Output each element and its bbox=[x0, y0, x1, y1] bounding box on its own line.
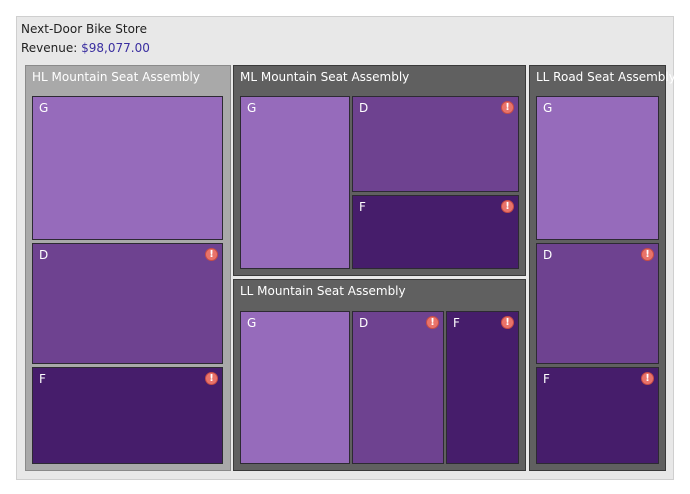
tile-g[interactable]: G bbox=[240, 96, 350, 269]
treemap-panel: Next-Door Bike Store Revenue: $98,077.00… bbox=[16, 16, 676, 480]
warning-icon: ! bbox=[501, 200, 514, 213]
tile-label: G bbox=[247, 101, 257, 115]
warning-icon: ! bbox=[641, 372, 654, 385]
revenue-line: Revenue: $98,077.00 bbox=[21, 41, 150, 55]
tile-d[interactable]: D ! bbox=[32, 243, 223, 364]
tile-label: D bbox=[39, 248, 49, 262]
tile-label: G bbox=[543, 101, 553, 115]
group-title: LL Road Seat Assembly bbox=[536, 70, 676, 84]
tile-label: F bbox=[39, 372, 46, 386]
warning-icon: ! bbox=[205, 248, 218, 261]
tile-label: G bbox=[39, 101, 49, 115]
tile-d[interactable]: D ! bbox=[352, 96, 519, 192]
tile-g[interactable]: G bbox=[32, 96, 223, 240]
tile-d[interactable]: D ! bbox=[536, 243, 659, 364]
group-title: HL Mountain Seat Assembly bbox=[32, 70, 200, 84]
tile-g[interactable]: G bbox=[240, 311, 350, 464]
tile-label: G bbox=[247, 316, 257, 330]
tile-label: D bbox=[359, 101, 369, 115]
warning-icon: ! bbox=[205, 372, 218, 385]
revenue-label: Revenue: bbox=[21, 41, 82, 55]
warning-icon: ! bbox=[641, 248, 654, 261]
group-ll-mountain-seat-assembly[interactable]: LL Mountain Seat Assembly G D ! F ! bbox=[233, 279, 526, 471]
group-title: ML Mountain Seat Assembly bbox=[240, 70, 410, 84]
warning-icon: ! bbox=[501, 101, 514, 114]
tile-d[interactable]: D ! bbox=[352, 311, 444, 464]
warning-icon: ! bbox=[426, 316, 439, 329]
tile-f[interactable]: F ! bbox=[352, 195, 519, 269]
tile-f[interactable]: F ! bbox=[536, 367, 659, 464]
group-ml-mountain-seat-assembly[interactable]: ML Mountain Seat Assembly G D ! F ! bbox=[233, 65, 526, 276]
group-title: LL Mountain Seat Assembly bbox=[240, 284, 406, 298]
group-ll-road-seat-assembly[interactable]: LL Road Seat Assembly G D ! F ! bbox=[529, 65, 676, 471]
tile-g[interactable]: G bbox=[536, 96, 659, 240]
revenue-value: $98,077.00 bbox=[81, 41, 150, 55]
tile-label: F bbox=[543, 372, 550, 386]
tile-label: F bbox=[453, 316, 460, 330]
tile-label: D bbox=[543, 248, 553, 262]
tile-label: F bbox=[359, 200, 366, 214]
store-title: Next-Door Bike Store bbox=[21, 22, 147, 36]
tile-f[interactable]: F ! bbox=[32, 367, 223, 464]
group-hl-mountain-seat-assembly[interactable]: HL Mountain Seat Assembly G D ! F ! bbox=[25, 65, 231, 471]
tile-label: D bbox=[359, 316, 369, 330]
tile-f[interactable]: F ! bbox=[446, 311, 519, 464]
warning-icon: ! bbox=[501, 316, 514, 329]
